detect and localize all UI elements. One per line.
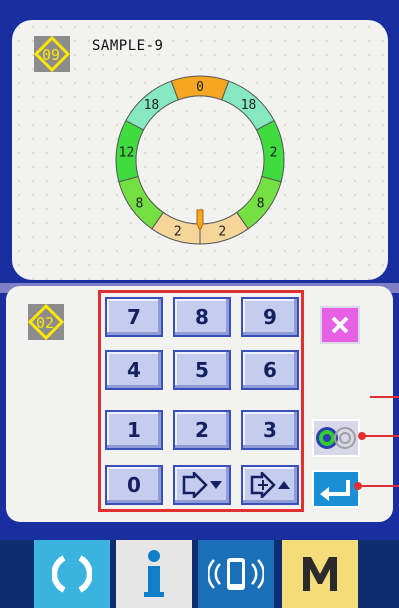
callout-dot xyxy=(354,482,362,490)
key-9[interactable]: 9 xyxy=(241,297,299,337)
communication-icon xyxy=(208,558,264,590)
previous-data-icon xyxy=(182,472,222,498)
key-5[interactable]: 5 xyxy=(173,350,231,390)
next-data-icon xyxy=(250,472,290,498)
bar-spacer xyxy=(0,540,19,608)
key-0[interactable]: 0 xyxy=(105,465,163,505)
pattern-panel: 09 SAMPLE-9 0 18 2 8 2 2 8 12 18 xyxy=(12,20,388,280)
stitch-gauge: 0 18 2 8 2 2 8 12 18 xyxy=(115,75,285,245)
gauge-segment-label: 8 xyxy=(135,196,143,211)
key-8[interactable]: 8 xyxy=(173,297,231,337)
screen-frame: 09 SAMPLE-9 0 18 2 8 2 2 8 12 18 02 7 8 9 4 5 6 … xyxy=(0,0,399,563)
communication-button[interactable] xyxy=(198,540,274,608)
pattern-name: SAMPLE-9 xyxy=(92,38,164,54)
key-1[interactable]: 1 xyxy=(105,410,163,450)
key-7[interactable]: 7 xyxy=(105,297,163,337)
gauge-segment-label: 12 xyxy=(119,146,135,161)
bobbin-winder-button[interactable] xyxy=(312,419,360,457)
callout-dot xyxy=(358,432,366,440)
info-icon xyxy=(144,550,164,597)
key-2[interactable]: 2 xyxy=(173,410,231,450)
input-number-text: 02 xyxy=(36,314,54,332)
close-button[interactable] xyxy=(320,306,360,344)
mode-button[interactable] xyxy=(282,540,358,608)
bobbin-winder-icon xyxy=(316,427,356,449)
gauge-segment-label: 18 xyxy=(241,98,257,113)
pattern-number-text: 09 xyxy=(42,46,60,64)
callout-line xyxy=(370,396,399,398)
function-bar xyxy=(0,540,399,608)
gauge-segment-label: 2 xyxy=(218,225,226,240)
gauge-segment-label: 18 xyxy=(144,98,160,113)
gauge-segment-label: 8 xyxy=(257,196,265,211)
gauge-segment-label: 2 xyxy=(270,146,278,161)
previous-data-button[interactable] xyxy=(173,465,231,505)
information-button[interactable] xyxy=(116,540,192,608)
key-4[interactable]: 4 xyxy=(105,350,163,390)
pattern-number-icon[interactable]: 09 xyxy=(33,35,71,73)
callout-line xyxy=(360,485,399,487)
key-3[interactable]: 3 xyxy=(241,410,299,450)
input-panel: 02 7 8 9 4 5 6 1 2 3 0 xyxy=(6,286,393,522)
next-data-button[interactable] xyxy=(241,465,299,505)
diamond-icon: 09 xyxy=(33,35,71,73)
enter-icon xyxy=(320,480,350,501)
gauge-segment-label: 0 xyxy=(196,80,204,95)
numeric-keypad: 7 8 9 4 5 6 1 2 3 0 xyxy=(98,290,304,512)
diamond-icon: 02 xyxy=(27,303,65,341)
ready-button[interactable] xyxy=(34,540,110,608)
key-6[interactable]: 6 xyxy=(241,350,299,390)
input-number-icon: 02 xyxy=(27,303,65,341)
ready-icon xyxy=(52,555,92,593)
gauge-segment-label: 2 xyxy=(174,225,182,240)
close-icon xyxy=(331,316,349,334)
callout-line xyxy=(364,435,399,437)
enter-button[interactable] xyxy=(312,470,360,508)
mode-icon xyxy=(303,557,337,591)
